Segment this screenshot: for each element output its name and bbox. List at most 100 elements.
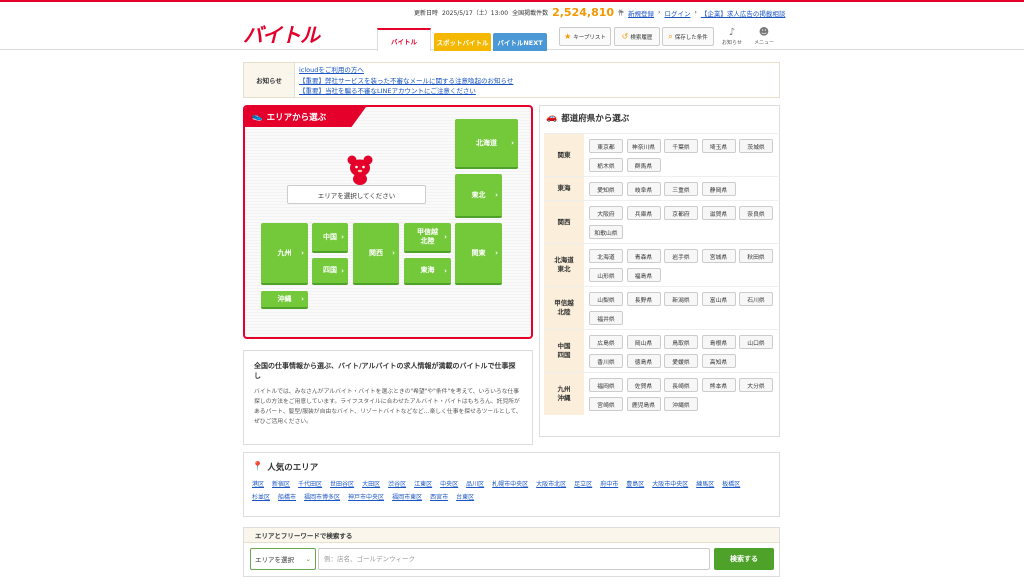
prefecture-button[interactable]: 神奈川県 [626, 139, 661, 153]
prefecture-button[interactable]: 島根県 [701, 335, 736, 349]
popular-area-link[interactable]: 練馬区 [696, 479, 714, 490]
prefecture-button[interactable]: 鹿児島県 [626, 397, 661, 411]
prefecture-button[interactable]: 山梨県 [589, 292, 623, 306]
popular-area-link[interactable]: 西宮市 [430, 492, 448, 503]
prefecture-button[interactable]: 岡山県 [626, 335, 661, 349]
tab-baitoru-next[interactable]: バイトルNEXT [493, 33, 547, 51]
popular-area-link[interactable]: 船橋市 [278, 492, 296, 503]
popular-area-link[interactable]: 新宿区 [272, 479, 290, 490]
popular-area-link[interactable]: 板橋区 [722, 479, 740, 490]
prefecture-button[interactable]: 福島県 [626, 268, 661, 282]
prefecture-button[interactable]: 長野県 [626, 292, 661, 306]
notice-link[interactable]: 【重要】弊社サービスを装った不審なメールに関する注意喚起のお知らせ [299, 76, 775, 87]
prefecture-button[interactable]: 北海道 [589, 249, 623, 263]
prefecture-button[interactable]: 青森県 [626, 249, 661, 263]
menu-button[interactable]: ☻ メニュー [750, 27, 778, 49]
prefecture-button[interactable]: 佐賀県 [626, 378, 661, 392]
prefecture-button[interactable]: 岩手県 [664, 249, 698, 263]
region-okinawa[interactable]: 沖縄 › [261, 291, 308, 309]
free-word-input[interactable] [318, 548, 710, 570]
prefecture-button[interactable]: 京都府 [664, 206, 698, 220]
baitoru-logo[interactable]: バイトル [243, 19, 320, 48]
prefecture-button[interactable]: 香川県 [589, 354, 623, 368]
prefecture-button[interactable]: 鳥取県 [664, 335, 698, 349]
prefecture-button[interactable]: 東京都 [589, 139, 623, 153]
region-kansai[interactable]: 関西 › [353, 223, 399, 285]
popular-area-link[interactable]: 世田谷区 [330, 479, 354, 490]
region-kanto[interactable]: 関東 › [455, 223, 502, 285]
popular-area-link[interactable]: 神戸市中央区 [348, 492, 384, 503]
prefecture-button[interactable]: 広島県 [589, 335, 623, 349]
popular-area-link[interactable]: 大阪市北区 [536, 479, 566, 490]
region-shikoku[interactable]: 四国 › [312, 258, 348, 285]
popular-area-link[interactable]: 府中市 [600, 479, 618, 490]
prefecture-button[interactable]: 茨城県 [739, 139, 773, 153]
prefecture-button[interactable]: 奈良県 [739, 206, 773, 220]
prefecture-button[interactable]: 宮城県 [701, 249, 736, 263]
prefecture-button[interactable]: 長崎県 [664, 378, 698, 392]
keeplist-button[interactable]: ★ キープリスト [559, 27, 611, 46]
corp-link[interactable]: 【企業】求人広告の掲載相談 [701, 8, 786, 18]
prefecture-button[interactable]: 岐阜県 [626, 182, 661, 196]
prefecture-button[interactable]: 静岡県 [701, 182, 736, 196]
popular-area-link[interactable]: 台東区 [456, 492, 474, 503]
popular-area-link[interactable]: 大阪市中央区 [652, 479, 688, 490]
popular-area-link[interactable]: 大田区 [362, 479, 380, 490]
prefecture-button[interactable]: 徳島県 [626, 354, 661, 368]
prefecture-button[interactable]: 埼玉県 [701, 139, 736, 153]
prefecture-button[interactable]: 山形県 [589, 268, 623, 282]
popular-area-link[interactable]: 札幌市中央区 [492, 479, 528, 490]
prefecture-button[interactable]: 大分県 [739, 378, 773, 392]
prefecture-button[interactable]: 三重県 [664, 182, 698, 196]
prefecture-button[interactable]: 和歌山県 [589, 225, 623, 239]
popular-area-link[interactable]: 港区 [252, 479, 264, 490]
region-chugoku[interactable]: 中国 › [312, 223, 348, 253]
tab-spot-baitoru[interactable]: スポットバイトル [434, 33, 491, 51]
history-button[interactable]: ↺ 検索履歴 [614, 27, 660, 46]
tab-baitoru[interactable]: バイトル [377, 28, 431, 51]
saved-conditions-button[interactable]: ⌕ 保存した条件 [662, 27, 714, 46]
prefecture-button[interactable]: 大阪府 [589, 206, 623, 220]
popular-area-link[interactable]: 福岡市東区 [392, 492, 422, 503]
popular-area-link[interactable]: 品川区 [466, 479, 484, 490]
prefecture-button[interactable]: 愛知県 [589, 182, 623, 196]
region-hokkaido[interactable]: 北海道 › [455, 119, 518, 169]
prefecture-button[interactable]: 福井県 [589, 311, 623, 325]
prefecture-button[interactable]: 秋田県 [739, 249, 773, 263]
notice-link[interactable]: 【重要】当社を騙る不審なLINEアカウントにご注意ください [299, 86, 775, 97]
prefecture-button[interactable]: 沖縄県 [664, 397, 698, 411]
popular-area-link[interactable]: 杉並区 [252, 492, 270, 503]
prefecture-button[interactable]: 愛媛県 [664, 354, 698, 368]
prefecture-button[interactable]: 山口県 [739, 335, 773, 349]
notice-link[interactable]: icloudをご利用の方へ [299, 65, 775, 76]
prefecture-button[interactable]: 兵庫県 [626, 206, 661, 220]
prefecture-button[interactable]: 千葉県 [664, 139, 698, 153]
site-description: 全国の仕事情報から選ぶ、バイト/アルバイトの求人情報が満載のバイトルで仕事探し … [243, 350, 533, 445]
area-select-dropdown[interactable]: エリアを選択 ⌄ [250, 548, 316, 570]
region-kyushu[interactable]: 九州 › [261, 223, 308, 285]
popular-area-link[interactable]: 江東区 [414, 479, 432, 490]
prefecture-button[interactable]: 宮崎県 [589, 397, 623, 411]
prefecture-button[interactable]: 福岡県 [589, 378, 623, 392]
popular-area-link[interactable]: 福岡市博多区 [304, 492, 340, 503]
notification-button[interactable]: ♪ お知らせ [718, 27, 746, 49]
login-link[interactable]: ログイン [664, 8, 690, 18]
prefecture-button[interactable]: 富山県 [701, 292, 736, 306]
prefecture-button[interactable]: 群馬県 [626, 158, 661, 172]
prefecture-button[interactable]: 高知県 [701, 354, 736, 368]
popular-area-link[interactable]: 足立区 [574, 479, 592, 490]
prefecture-button[interactable]: 石川県 [739, 292, 773, 306]
prefecture-button[interactable]: 滋賀県 [701, 206, 736, 220]
region-koshinetsu-hokuriku[interactable]: 甲信越 北陸 › [404, 223, 451, 253]
search-button[interactable]: 検索する [714, 548, 774, 570]
prefecture-button[interactable]: 新潟県 [664, 292, 698, 306]
register-link[interactable]: 新規登録 [628, 8, 654, 18]
prefecture-button[interactable]: 熊本県 [701, 378, 736, 392]
popular-area-link[interactable]: 渋谷区 [388, 479, 406, 490]
popular-area-link[interactable]: 千代田区 [298, 479, 322, 490]
region-tohoku[interactable]: 東北 › [455, 174, 502, 218]
popular-area-link[interactable]: 豊島区 [626, 479, 644, 490]
popular-area-link[interactable]: 中央区 [440, 479, 458, 490]
region-tokai[interactable]: 東海 › [404, 258, 451, 285]
prefecture-button[interactable]: 栃木県 [589, 158, 623, 172]
